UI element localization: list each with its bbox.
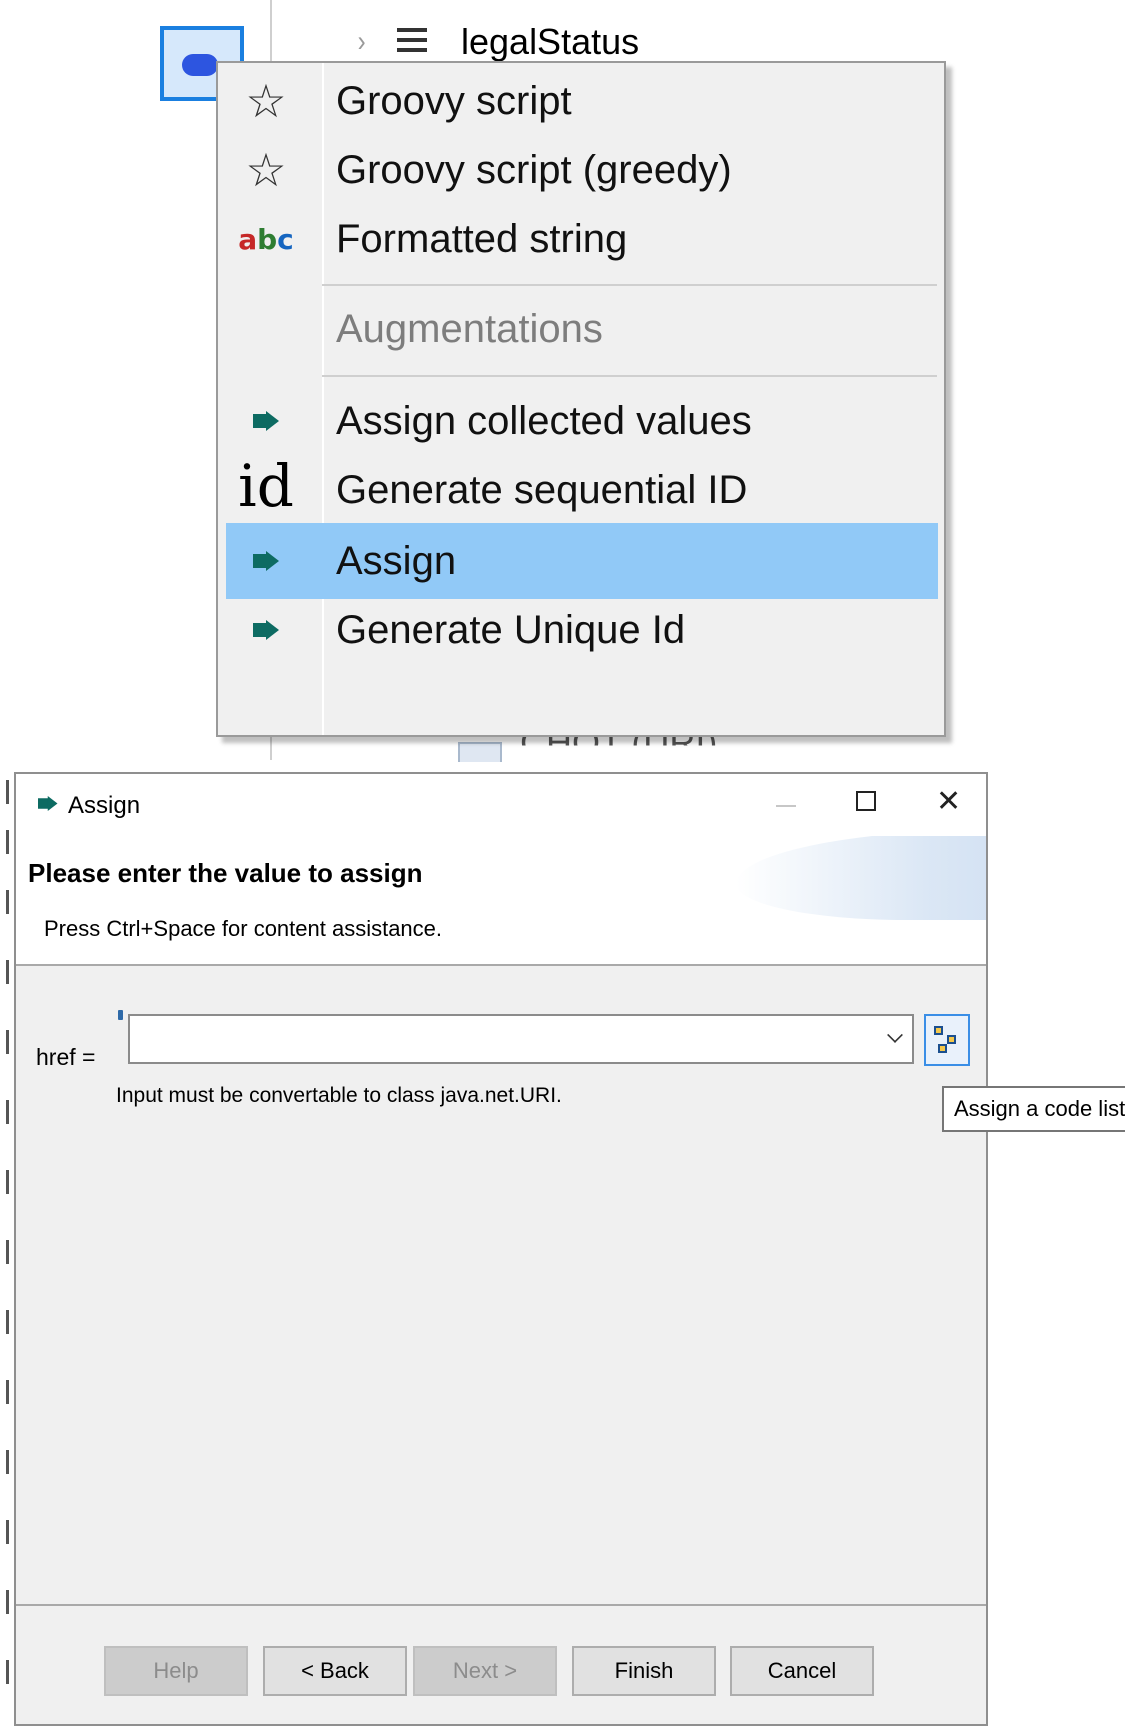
- menu-item-formatted-string[interactable]: abc Formatted string: [226, 201, 938, 277]
- input-hint: Input must be convertable to class java.…: [116, 1084, 562, 1107]
- list-property-icon: [395, 26, 433, 58]
- chevron-down-icon[interactable]: [887, 1027, 903, 1043]
- href-combo-input[interactable]: [128, 1014, 914, 1064]
- assign-code-list-button[interactable]: [924, 1014, 970, 1066]
- help-button[interactable]: Help: [104, 1646, 248, 1696]
- assign-arrow-icon: [253, 551, 279, 571]
- menu-item-label: Groovy script: [336, 78, 572, 123]
- menu-item-groovy-script-greedy[interactable]: ☆ Groovy script (greedy): [226, 132, 938, 208]
- assign-arrow-icon: [253, 411, 279, 431]
- back-button[interactable]: < Back: [263, 1646, 407, 1696]
- star-icon: ☆: [245, 143, 287, 197]
- partially-hidden-node-icon: [458, 742, 502, 762]
- wizard-banner: Please enter the value to assign Press C…: [16, 836, 986, 966]
- banner-decoration: [736, 836, 986, 920]
- context-menu: ☆ Groovy script ☆ Groovy script (greedy)…: [216, 61, 946, 737]
- menu-item-assign[interactable]: Assign: [226, 523, 938, 599]
- close-button[interactable]: ✕: [936, 784, 961, 819]
- code-list-tooltip: Assign a code list: [942, 1086, 1125, 1132]
- content-assist-decoration-icon: [118, 1010, 123, 1020]
- menu-item-label: Generate sequential ID: [336, 467, 748, 512]
- dialog-titlebar[interactable]: Assign ✕: [16, 774, 986, 836]
- banner-title: Please enter the value to assign: [28, 858, 423, 888]
- menu-section-header: Augmentations: [336, 306, 603, 351]
- menu-item-label: Assign: [336, 538, 457, 583]
- tree-node-label: legalStatus: [461, 21, 640, 62]
- menu-item-label: Assign collected values: [336, 398, 752, 443]
- banner-message: Press Ctrl+Space for content assistance.: [44, 916, 443, 941]
- finish-button[interactable]: Finish: [572, 1646, 716, 1696]
- href-label: href =: [36, 1044, 96, 1070]
- menu-section-augmentations: Augmentations: [226, 291, 938, 367]
- menu-item-label: Groovy script (greedy): [336, 147, 732, 192]
- maximize-button[interactable]: [856, 791, 876, 811]
- id-icon: id: [238, 452, 294, 520]
- expand-chevron-icon[interactable]: ›: [358, 25, 379, 59]
- abc-icon: abc: [238, 222, 294, 256]
- code-list-icon: [934, 1026, 960, 1054]
- star-icon: ☆: [245, 74, 287, 128]
- menu-separator: [322, 284, 937, 286]
- menu-item-label: Generate Unique Id: [336, 607, 686, 652]
- button-bar-separator: [16, 1604, 986, 1606]
- menu-item-groovy-script[interactable]: ☆ Groovy script: [226, 63, 938, 139]
- next-button[interactable]: Next >: [413, 1646, 557, 1696]
- minimize-button[interactable]: [776, 805, 796, 807]
- function-arrow-icon: [182, 54, 218, 76]
- menu-item-label: Formatted string: [336, 216, 628, 261]
- menu-item-generate-sequential-id[interactable]: id Generate sequential ID: [226, 452, 938, 528]
- assign-arrow-icon: [253, 620, 279, 640]
- menu-item-assign-collected-values[interactable]: Assign collected values: [226, 383, 938, 459]
- dialog-title: Assign: [68, 792, 141, 819]
- menu-item-generate-unique-id[interactable]: Generate Unique Id: [226, 592, 938, 668]
- menu-separator: [322, 375, 937, 377]
- assign-dialog: Assign ✕ Please enter the value to assig…: [14, 772, 988, 1726]
- cancel-button[interactable]: Cancel: [730, 1646, 874, 1696]
- underlying-editor-edge: [0, 770, 14, 1726]
